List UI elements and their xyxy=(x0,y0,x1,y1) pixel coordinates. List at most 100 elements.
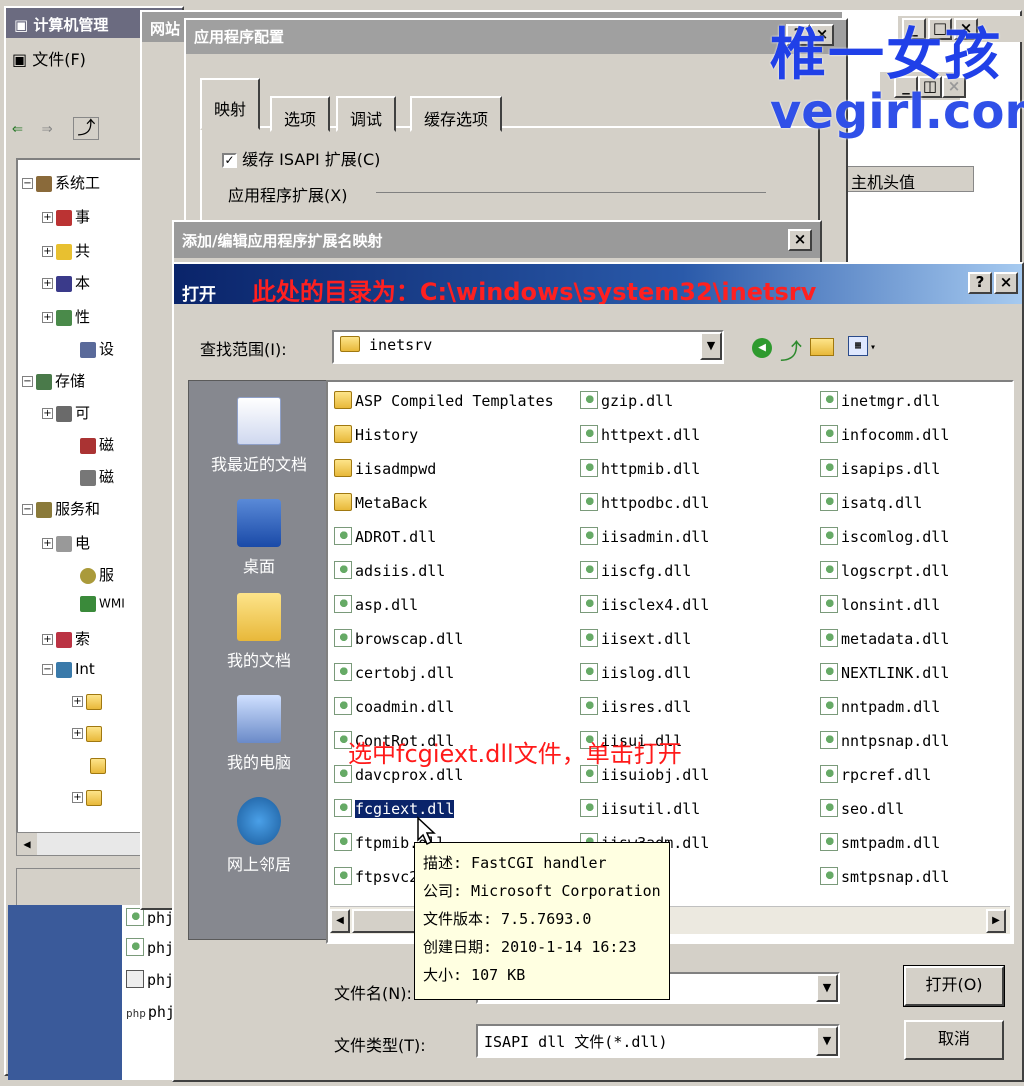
tree-item-local-users[interactable]: + 本 xyxy=(42,272,90,293)
new-folder-icon[interactable] xyxy=(810,338,834,356)
open-button[interactable]: 打开(O) xyxy=(903,965,1005,1007)
place-my-computer[interactable]: 我的电脑 xyxy=(189,695,329,773)
menu-file[interactable]: 文件(F) xyxy=(32,50,86,69)
back-button[interactable]: ◀ xyxy=(752,338,772,358)
file-item[interactable]: asp.dll xyxy=(334,590,418,620)
file-item[interactable]: ADROT.dll xyxy=(334,522,436,552)
forward-arrow-icon[interactable]: ⇒ xyxy=(42,118,53,139)
file-item[interactable]: NEXTLINK.dll xyxy=(820,658,949,688)
tree-item-folder-1[interactable]: + xyxy=(72,692,105,710)
tree-item-indexing[interactable]: + 索 xyxy=(42,628,90,649)
file-item[interactable]: logscrpt.dll xyxy=(820,556,949,586)
tree-item-performance[interactable]: + 性 xyxy=(42,306,90,327)
look-in-dropdown[interactable]: inetsrv ▼ xyxy=(332,330,724,364)
tree-item-iis[interactable]: − Int xyxy=(42,660,95,678)
file-item[interactable]: gzip.dll xyxy=(580,386,673,416)
dll-file-icon xyxy=(334,595,352,613)
up-folder-icon[interactable]: ⤴ xyxy=(73,117,100,140)
file-item[interactable]: iscomlog.dll xyxy=(820,522,949,552)
back-arrow-icon[interactable]: ⇐ xyxy=(12,118,23,139)
tools-icon xyxy=(36,175,52,192)
close-button[interactable]: × xyxy=(788,229,812,251)
folder-item[interactable]: iisadmpwd xyxy=(334,454,436,484)
dll-file-icon xyxy=(820,561,838,579)
view-menu-icon[interactable]: ▦ xyxy=(848,336,868,356)
tree-item-system-tools[interactable]: − 系统工 xyxy=(22,172,100,193)
place-desktop[interactable]: 桌面 xyxy=(189,499,329,577)
file-item[interactable]: iislog.dll xyxy=(580,658,691,688)
tree-item-device-manager[interactable]: 设 xyxy=(80,338,114,359)
group-line xyxy=(376,192,766,193)
checkbox-checked-icon[interactable]: ✓ xyxy=(222,153,237,168)
file-item[interactable]: isapips.dll xyxy=(820,454,940,484)
close-button[interactable]: × xyxy=(994,272,1018,294)
scroll-right-arrow-icon[interactable]: ▶ xyxy=(986,909,1006,933)
tree-item-storage[interactable]: − 存储 xyxy=(22,370,85,391)
tree-item-disk-mgmt[interactable]: 磁 xyxy=(80,466,114,487)
tree-item-wmi[interactable]: WMI xyxy=(80,596,125,612)
scroll-left-arrow-icon[interactable]: ◀ xyxy=(330,909,350,933)
place-network[interactable]: 网上邻居 xyxy=(189,797,329,875)
file-item[interactable]: inetmgr.dll xyxy=(820,386,940,416)
dropdown-arrow-icon[interactable]: ▼ xyxy=(700,332,722,360)
dropdown-arrow-icon[interactable]: ▼ xyxy=(816,974,838,1002)
tab-debug[interactable]: 调试 xyxy=(336,96,397,132)
file-item[interactable]: seo.dll xyxy=(820,794,904,824)
file-item[interactable]: nntpsnap.dll xyxy=(820,726,949,756)
cancel-button[interactable]: 取消 xyxy=(904,1020,1004,1060)
place-my-documents[interactable]: 我的文档 xyxy=(189,593,329,671)
file-item[interactable]: metadata.dll xyxy=(820,624,949,654)
folder-item[interactable]: MetaBack xyxy=(334,488,427,518)
file-item[interactable]: nntpadm.dll xyxy=(820,692,940,722)
scroll-left-arrow-icon[interactable]: ◀ xyxy=(17,833,37,855)
file-item[interactable]: iisadmin.dll xyxy=(580,522,709,552)
file-item[interactable]: iisutil.dll xyxy=(580,794,700,824)
cache-isapi-checkbox[interactable]: ✓ 缓存 ISAPI 扩展(C) xyxy=(222,146,380,170)
tree-item-shares[interactable]: + 共 xyxy=(42,240,90,261)
file-item[interactable]: coadmin.dll xyxy=(334,692,454,722)
file-item[interactable]: certobj.dll xyxy=(334,658,454,688)
file-item[interactable]: iisclex4.dll xyxy=(580,590,709,620)
tree-item-folder-4[interactable]: + xyxy=(72,788,105,806)
tab-mapping[interactable]: 映射 xyxy=(200,78,261,130)
help-button[interactable]: ? xyxy=(968,272,992,294)
tree-item-defrag[interactable]: 磁 xyxy=(80,434,114,455)
file-item[interactable]: httpmib.dll xyxy=(580,454,700,484)
file-item[interactable]: browscap.dll xyxy=(334,624,463,654)
tree-item-events[interactable]: + 事 xyxy=(42,206,90,227)
file-item[interactable]: lonsint.dll xyxy=(820,590,940,620)
tab-options[interactable]: 选项 xyxy=(270,96,331,132)
view-menu-arrow-icon[interactable]: ▾ xyxy=(870,342,876,353)
file-item[interactable]: isatq.dll xyxy=(820,488,922,518)
dropdown-arrow-icon[interactable]: ▼ xyxy=(816,1026,838,1056)
shared-folder-icon xyxy=(56,243,72,260)
file-item[interactable]: infocomm.dll xyxy=(820,420,949,450)
ini-file-icon xyxy=(126,970,144,988)
up-one-level-icon[interactable]: ⤴ xyxy=(780,334,802,366)
tab-cache-options[interactable]: 缓存选项 xyxy=(410,96,503,132)
file-item[interactable]: httpodbc.dll xyxy=(580,488,709,518)
folder-item[interactable]: ASP Compiled Templates xyxy=(334,386,554,416)
lower-file-item[interactable]: phj xyxy=(126,967,174,993)
file-item[interactable]: smtpsnap.dll xyxy=(820,862,949,892)
file-item[interactable]: rpcref.dll xyxy=(820,760,931,790)
lower-file-item[interactable]: php phj xyxy=(126,999,175,1025)
tree-item-services[interactable]: 服 xyxy=(80,564,114,585)
file-item[interactable]: smtpadm.dll xyxy=(820,828,940,858)
tree-item-folder-2[interactable]: + xyxy=(72,724,105,742)
place-recent[interactable]: 我最近的文档 xyxy=(189,397,329,475)
tree-item-removable[interactable]: + 可 xyxy=(42,402,90,423)
file-item[interactable]: httpext.dll xyxy=(580,420,700,450)
file-item[interactable]: adsiis.dll xyxy=(334,556,445,586)
dll-file-icon xyxy=(820,629,838,647)
filetype-dropdown[interactable]: ISAPI dll 文件(*.dll) ▼ xyxy=(476,1024,840,1058)
folder-item[interactable]: History xyxy=(334,420,418,450)
tree-item-telephony[interactable]: + 电 xyxy=(42,532,90,553)
tree-item-folder-3[interactable] xyxy=(90,756,109,774)
lower-file-item[interactable]: phj xyxy=(126,935,174,961)
file-item[interactable]: iisres.dll xyxy=(580,692,691,722)
tree-item-services-apps[interactable]: − 服务和 xyxy=(22,498,100,519)
file-item[interactable]: iisext.dll xyxy=(580,624,691,654)
file-name: browscap.dll xyxy=(355,630,464,648)
file-item[interactable]: iiscfg.dll xyxy=(580,556,691,586)
